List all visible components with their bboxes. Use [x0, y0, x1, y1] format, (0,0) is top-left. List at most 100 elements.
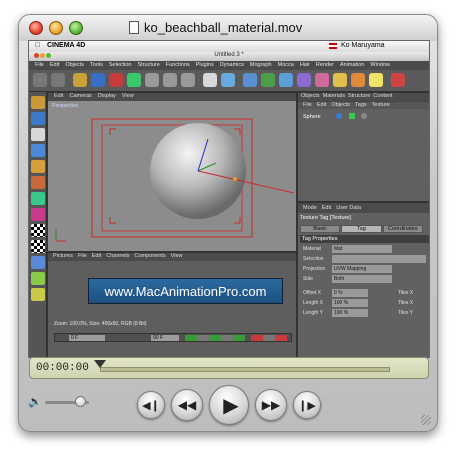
array-icon[interactable] [297, 73, 311, 87]
x-axis-icon[interactable] [145, 73, 159, 87]
viewport-menu-item[interactable]: Cameras [69, 93, 91, 99]
menu-item[interactable]: Edit [50, 62, 59, 68]
camera-icon[interactable] [351, 73, 365, 87]
viewport-menu-item[interactable]: Edit [54, 93, 63, 99]
cube-icon[interactable] [243, 73, 257, 87]
menu-item[interactable]: Functions [166, 62, 190, 68]
model-mode-icon[interactable] [31, 96, 45, 109]
help-icon[interactable] [391, 73, 405, 87]
skip-to-start-button[interactable]: ◀❙ [137, 391, 165, 419]
minimize-button[interactable] [49, 21, 63, 35]
field-value[interactable]: Mat [332, 245, 392, 253]
object-mode-icon[interactable] [31, 112, 45, 125]
deformer-icon[interactable] [315, 73, 329, 87]
speaker-icon[interactable]: 🔈 [28, 395, 42, 408]
menu-item[interactable]: Components [134, 253, 165, 259]
menu-item[interactable]: Animation [340, 62, 364, 68]
select-tool-icon[interactable] [73, 73, 87, 87]
nurbs-icon[interactable] [279, 73, 293, 87]
menu-item[interactable]: Mograph [250, 62, 272, 68]
menu-item[interactable]: Edit [317, 102, 326, 108]
menu-item[interactable]: Texture [372, 102, 390, 108]
perspective-viewport[interactable]: Edit Cameras Display View Perspective [47, 92, 297, 252]
scale-tool-icon[interactable] [109, 73, 123, 87]
animation-mode-icon[interactable] [31, 208, 45, 221]
field-value[interactable]: 100 % [332, 299, 368, 307]
points-mode-icon[interactable] [31, 160, 45, 173]
axis-mode-icon[interactable] [31, 144, 45, 157]
close-button[interactable] [29, 21, 43, 35]
tab-coordinates[interactable]: Coordinates [382, 225, 423, 233]
menu-item[interactable]: Structure [138, 62, 160, 68]
redo-tool-icon[interactable] [51, 73, 65, 87]
menu-item[interactable]: User Data [336, 205, 361, 211]
fast-forward-button[interactable]: ▶▶ [255, 389, 287, 421]
polygons-mode-icon[interactable] [31, 192, 45, 205]
c4d-timeline[interactable]: 0 F 90 F [54, 333, 292, 342]
tab-objects[interactable]: Objects [301, 93, 320, 99]
field-value[interactable] [332, 255, 426, 263]
tab-tag[interactable]: Tag [341, 225, 382, 233]
tab-structure[interactable]: Structure [348, 93, 370, 99]
solo-icon[interactable] [31, 288, 45, 301]
move-tool-icon[interactable] [91, 73, 105, 87]
menu-item[interactable]: Edit [92, 253, 101, 259]
checker-icon[interactable] [31, 224, 45, 237]
render-pictures-icon[interactable] [221, 73, 235, 87]
scene-icon[interactable] [333, 73, 347, 87]
tab-materials[interactable]: Materials [323, 93, 345, 99]
menu-item[interactable]: Mocca [278, 62, 294, 68]
menu-item[interactable]: Tags [355, 102, 367, 108]
material-tag-icon[interactable] [361, 113, 368, 119]
resize-grip[interactable] [421, 415, 431, 425]
texture-mode-icon[interactable] [31, 128, 45, 141]
menu-item[interactable]: View [171, 253, 183, 259]
timeline-track[interactable] [100, 367, 390, 372]
menu-item[interactable]: Dynamics [220, 62, 244, 68]
axis-handle-point[interactable] [233, 177, 237, 181]
menu-item[interactable]: Render [316, 62, 334, 68]
play-button[interactable]: ▶ [209, 385, 249, 425]
frame-start-field[interactable]: 0 F [69, 335, 105, 341]
skip-to-end-button[interactable]: ❙▶ [293, 391, 321, 419]
rotate-tool-icon[interactable] [127, 73, 141, 87]
tweak-icon[interactable] [31, 256, 45, 269]
y-axis-icon[interactable] [163, 73, 177, 87]
spline-icon[interactable] [261, 73, 275, 87]
menu-item[interactable]: Pictures [53, 253, 73, 259]
zoom-button[interactable] [69, 21, 83, 35]
menu-item[interactable]: File [78, 253, 87, 259]
render-view-icon[interactable] [203, 73, 217, 87]
playhead[interactable] [94, 360, 106, 368]
playback-controls-icon[interactable] [185, 335, 245, 341]
tab-content[interactable]: Content [373, 93, 392, 99]
menu-item[interactable]: Objects [65, 62, 84, 68]
z-axis-icon[interactable] [181, 73, 195, 87]
menu-item[interactable]: Channels [106, 253, 129, 259]
menu-item[interactable]: Tools [90, 62, 103, 68]
volume-knob[interactable] [75, 396, 87, 407]
menu-item[interactable]: Objects [331, 102, 350, 108]
light-icon[interactable] [369, 73, 383, 87]
menu-item[interactable]: Plugins [196, 62, 214, 68]
menu-item[interactable]: Window [370, 62, 390, 68]
menu-item[interactable]: Mode [303, 205, 317, 211]
field-value[interactable]: UVW Mapping [332, 265, 392, 273]
window-titlebar[interactable]: ko_beachball_material.mov [19, 15, 437, 41]
visibility-icon[interactable] [348, 113, 355, 119]
menu-item[interactable]: Hair [300, 62, 310, 68]
checker-icon[interactable] [31, 240, 45, 253]
frame-end-field[interactable]: 90 F [151, 335, 179, 341]
viewport-menu-item[interactable]: Display [98, 93, 116, 99]
edges-mode-icon[interactable] [31, 176, 45, 189]
menu-item[interactable]: File [303, 102, 312, 108]
tab-basic[interactable]: Basic [300, 225, 341, 233]
rewind-button[interactable]: ◀◀ [171, 389, 203, 421]
undo-tool-icon[interactable] [33, 73, 47, 87]
field-value[interactable]: 0 % [332, 289, 368, 297]
field-value[interactable]: Both [332, 275, 392, 283]
record-controls-icon[interactable] [251, 335, 287, 341]
menu-item[interactable]: Selection [109, 62, 132, 68]
menu-item[interactable]: Edit [322, 205, 331, 211]
workplane-icon[interactable] [31, 272, 45, 285]
